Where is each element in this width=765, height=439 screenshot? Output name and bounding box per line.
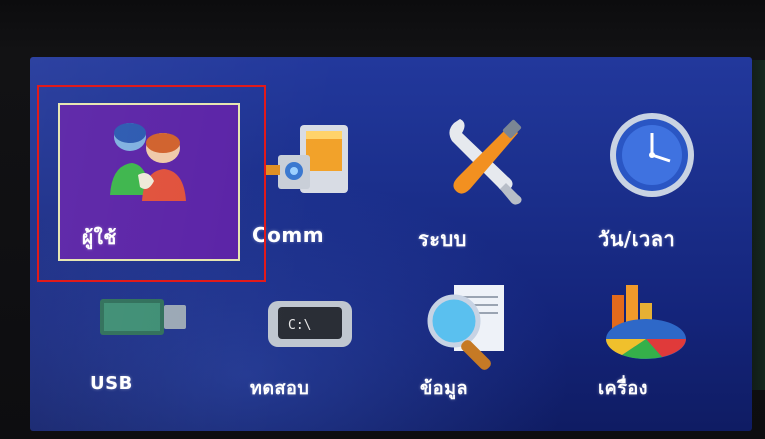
pie-chart-icon (582, 277, 752, 387)
menu-item-comm[interactable]: Comm (242, 103, 420, 261)
menu-item-label: ระบบ (418, 227, 467, 251)
menu-item-system[interactable]: ระบบ (406, 103, 584, 261)
menu-item-data[interactable]: ข้อมูล (406, 277, 584, 431)
menu-item-usb[interactable]: USB (68, 277, 246, 431)
communication-icon (242, 103, 420, 213)
menu-item-label: เครื่อง (598, 378, 648, 399)
system-tools-icon (406, 103, 584, 213)
usb-drive-icon (68, 277, 246, 387)
menu-item-label: ทดสอบ (250, 378, 310, 399)
menu-item-datetime[interactable]: วัน/เวลา (582, 103, 752, 261)
data-search-icon (406, 277, 584, 387)
menu-item-machine[interactable]: เครื่อง (582, 277, 752, 431)
svg-text:C:\: C:\ (288, 318, 311, 333)
menu-item-label: Comm (252, 223, 325, 247)
highlight-frame (37, 85, 266, 282)
clock-icon (582, 103, 752, 213)
menu-item-label: ข้อมูล (420, 378, 469, 399)
menu-item-test[interactable]: C:\ ทดสอบ (242, 277, 420, 431)
test-chip-icon: C:\ (242, 277, 420, 387)
menu-item-label: วัน/เวลา (598, 227, 676, 251)
